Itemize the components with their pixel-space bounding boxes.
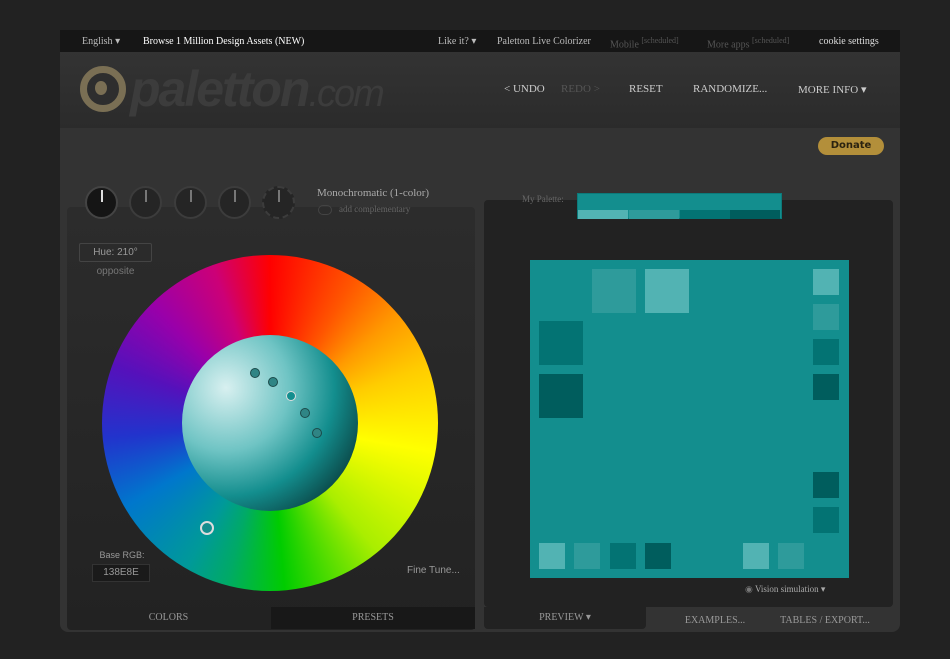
preview-square [645, 269, 689, 313]
saturation-lightness-disc[interactable] [182, 335, 358, 511]
complementary-toggle[interactable] [318, 205, 332, 215]
palette-swatch[interactable] [629, 210, 679, 219]
hue-handle[interactable] [200, 521, 214, 535]
top-bar: English ▾ Browse 1 Million Design Assets… [60, 30, 900, 52]
preview-square [813, 269, 839, 295]
like-menu[interactable]: Like it? ▾ [438, 36, 476, 47]
palette-swatch[interactable] [578, 210, 628, 219]
shade-handle[interactable] [312, 428, 322, 438]
preview-square [813, 374, 839, 400]
browse-link[interactable]: Browse 1 Million Design Assets (NEW) [143, 36, 304, 47]
donate-button[interactable]: Donate [818, 137, 884, 155]
preview-square [813, 472, 839, 498]
colorizer-link[interactable]: Paletton Live Colorizer [497, 36, 591, 47]
palette-swatch[interactable] [730, 210, 780, 219]
logo-icon [80, 66, 126, 112]
adjacent-scheme-dial-icon[interactable] [129, 186, 162, 219]
add-complementary-label: add complementary [339, 204, 411, 214]
cookie-settings-link[interactable]: cookie settings [819, 36, 879, 47]
undo-button[interactable]: < UNDO [504, 83, 545, 95]
language-select[interactable]: English ▾ [82, 36, 120, 47]
shade-handle[interactable] [300, 408, 310, 418]
preview-square [743, 543, 769, 569]
opposite-link[interactable]: opposite [79, 266, 152, 277]
fine-tune-button[interactable]: Fine Tune... [407, 565, 460, 576]
base-rgb-label: Base RGB: [99, 550, 145, 560]
tab-colors[interactable]: COLORS [67, 607, 270, 629]
tab-examples[interactable]: EXAMPLES... [670, 610, 760, 632]
tab-tables-export[interactable]: TABLES / EXPORT... [770, 610, 880, 632]
hue-field[interactable]: Hue: 210° [79, 243, 152, 262]
preview-square [610, 543, 636, 569]
preview-square [539, 543, 565, 569]
my-palette-label: My Palette: [522, 194, 564, 204]
randomize-button[interactable]: RANDOMIZE... [693, 83, 767, 95]
preview-square [813, 304, 839, 330]
preview-square [645, 543, 671, 569]
preview-square [539, 374, 583, 418]
more-info-menu[interactable]: MORE INFO ▾ [798, 83, 866, 96]
preview-square [813, 507, 839, 533]
gear-icon[interactable] [262, 186, 295, 219]
scheme-name: Monochromatic (1-color) [317, 187, 430, 199]
logo[interactable]: paletton.com [130, 60, 385, 118]
eye-icon: ◉ [745, 584, 753, 594]
shade-handle[interactable] [268, 377, 278, 387]
palette-swatch[interactable] [680, 210, 730, 219]
more-apps-link[interactable]: More apps [scheduled] [707, 36, 789, 50]
preview-square [574, 543, 600, 569]
my-palette-swatch[interactable] [577, 193, 782, 219]
preview-canvas [530, 260, 849, 578]
preview-square [778, 543, 804, 569]
mobile-link[interactable]: Mobile [scheduled] [610, 36, 679, 50]
tab-presets[interactable]: PRESETS [271, 607, 475, 629]
vision-simulation-menu[interactable]: ◉ Vision simulation ▾ [745, 584, 825, 595]
reset-button[interactable]: RESET [629, 83, 663, 95]
shade-handle[interactable] [250, 368, 260, 378]
triad-scheme-dial-icon[interactable] [174, 186, 207, 219]
preview-square [592, 269, 636, 313]
preview-square [813, 339, 839, 365]
shade-handle[interactable] [286, 391, 296, 401]
tetrad-scheme-dial-icon[interactable] [218, 186, 251, 219]
base-rgb-input[interactable]: 138E8E [92, 564, 150, 582]
mono-scheme-dial-icon[interactable] [85, 186, 118, 219]
tab-preview[interactable]: PREVIEW ▾ [484, 607, 646, 629]
header: paletton.com < UNDO REDO > RESET RANDOMI… [60, 52, 900, 128]
redo-button[interactable]: REDO > [561, 83, 600, 95]
preview-square [539, 321, 583, 365]
